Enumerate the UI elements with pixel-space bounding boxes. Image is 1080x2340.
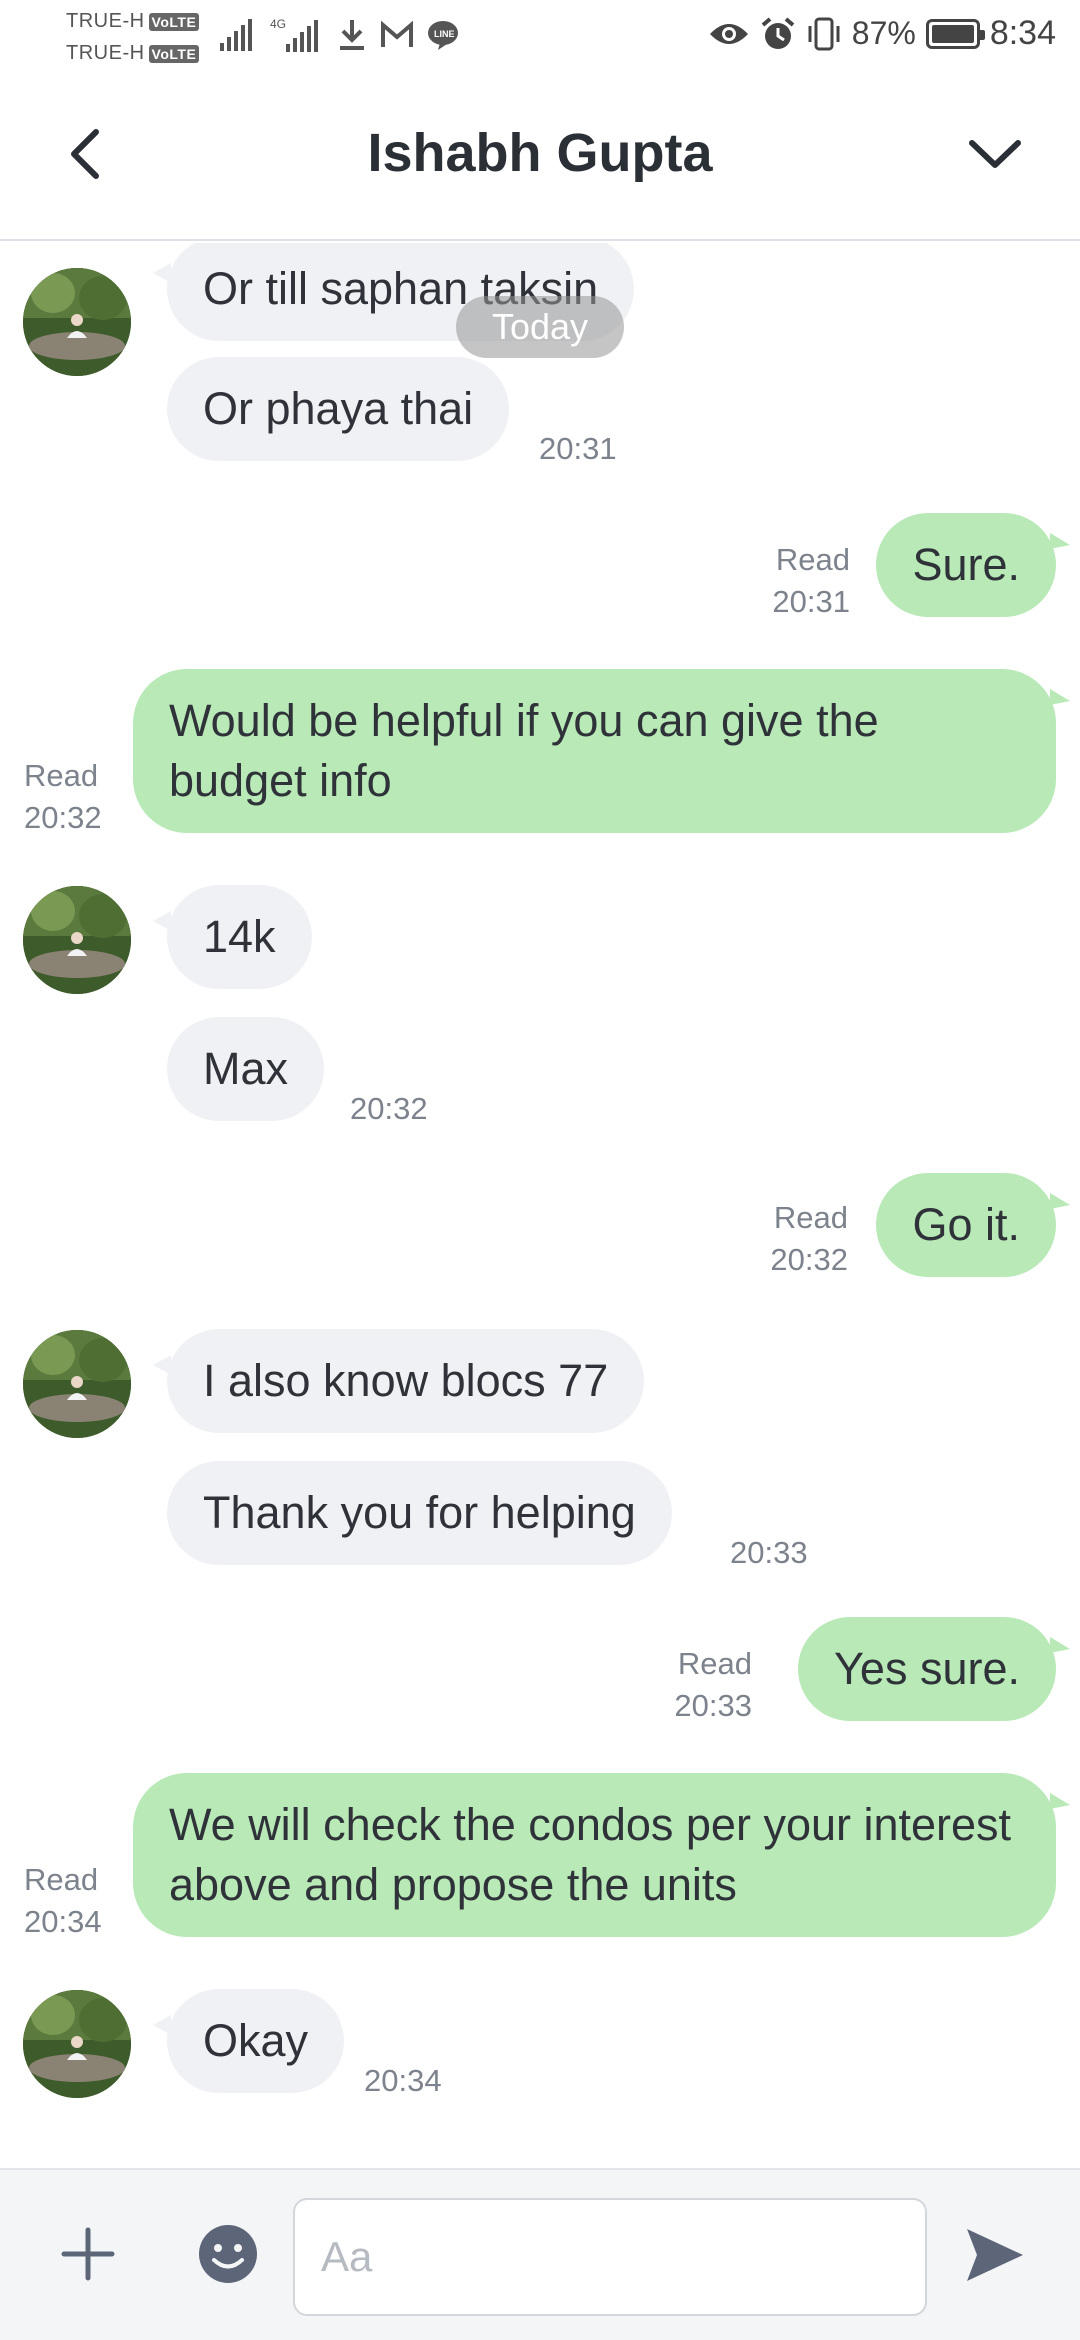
message-bubble-outgoing[interactable]: We will check the condos per your intere… (133, 1773, 1070, 1937)
alarm-icon (761, 16, 795, 49)
download-icon (340, 20, 364, 50)
read-status: Read (775, 542, 850, 577)
message-timestamp: 20:34 (364, 2063, 442, 2098)
vibrate-icon (808, 17, 840, 50)
clock: 8:34 (989, 14, 1056, 52)
carrier-1: TRUE-H VoLTE (66, 10, 200, 33)
battery-percent: 87% (851, 15, 916, 51)
message-bubble-incoming[interactable]: I also know blocs 77 (152, 1329, 645, 1433)
carrier-2: TRUE-H VoLTE (66, 42, 200, 65)
send-button[interactable] (960, 2222, 1030, 2288)
message-timestamp: 20:32 (24, 800, 102, 835)
message-bubble-outgoing[interactable]: Yes sure. (798, 1617, 1070, 1721)
message-text: Go it. (912, 1199, 1020, 1250)
read-status: Read (24, 1862, 99, 1897)
message-text: Okay (203, 2015, 309, 2066)
contact-photo (23, 1990, 131, 2098)
date-divider: Today (456, 296, 624, 358)
network-label: 4G (270, 17, 286, 31)
message-timestamp: 20:32 (770, 1242, 848, 1277)
message-text: Sure. (912, 539, 1020, 590)
volte-badge: VoLTE (148, 44, 200, 63)
avatar[interactable] (23, 1330, 131, 1438)
message-text: Would be helpful if you can give the bud… (169, 695, 879, 806)
menu-toggle-button[interactable] (960, 124, 1030, 184)
message-bubble-incoming[interactable]: Max (167, 1017, 325, 1121)
message-input[interactable] (293, 2198, 927, 2316)
signal-icon (220, 19, 252, 51)
message-meta: Read 20:34 (24, 1859, 102, 1943)
message-list[interactable]: Or till saphan taksin Today Or phaya tha… (0, 243, 1080, 2168)
message-bubble-outgoing[interactable]: Go it. (876, 1173, 1070, 1277)
contact-photo (23, 1330, 131, 1438)
page-title[interactable]: Ishabh Gupta (0, 122, 1080, 184)
message-text: 14k (203, 911, 276, 962)
message-bubble-incoming[interactable]: Thank you for helping (167, 1461, 672, 1565)
message-timestamp: 20:31 (539, 431, 617, 466)
message-timestamp: 20:31 (772, 584, 850, 619)
attach-button[interactable] (56, 2222, 120, 2286)
plus-icon (61, 2227, 115, 2281)
message-bubble-outgoing[interactable]: Sure. (876, 513, 1070, 617)
message-meta: Read 20:33 (674, 1643, 752, 1727)
chevron-down-icon (969, 140, 1021, 168)
message-timestamp: 20:32 (350, 1091, 428, 1126)
status-icons-right: 87% 8:34 (708, 14, 1056, 53)
read-status: Read (677, 1646, 752, 1681)
avatar[interactable] (23, 886, 131, 994)
message-bubble-incoming[interactable]: 14k (153, 885, 312, 989)
carrier-2-name: TRUE-H (66, 42, 145, 64)
message-text: Max (203, 1043, 289, 1094)
message-bubble-outgoing[interactable]: Would be helpful if you can give the bud… (133, 669, 1070, 833)
message-text: Or phaya thai (203, 383, 474, 434)
read-status: Read (24, 758, 99, 793)
read-status: Read (773, 1200, 848, 1235)
carrier-1-name: TRUE-H (66, 10, 145, 32)
eye-icon (709, 23, 748, 44)
battery-icon (925, 18, 985, 49)
avatar[interactable] (23, 268, 131, 376)
status-bar: TRUE-H VoLTE TRUE-H VoLTE 4G LINE 87% 8:… (0, 0, 1080, 76)
send-icon (967, 2229, 1023, 2281)
message-text: Yes sure. (834, 1643, 1020, 1694)
battery-fill (931, 24, 974, 43)
volte-badge: VoLTE (148, 12, 200, 31)
message-bubble-incoming[interactable]: Okay (152, 1989, 345, 2093)
composer (0, 2168, 1080, 2340)
message-meta: Read 20:32 (770, 1197, 848, 1281)
message-timestamp: 20:33 (674, 1688, 752, 1723)
gmail-icon (381, 20, 413, 47)
contact-photo (23, 886, 131, 994)
message-bubble-incoming[interactable]: Or phaya thai (167, 357, 510, 461)
emoji-button[interactable] (196, 2222, 260, 2286)
message-meta: Read 20:31 (772, 539, 850, 623)
emoji-icon (199, 2225, 257, 2283)
message-timestamp: 20:33 (730, 1535, 808, 1570)
line-icon: LINE (428, 21, 458, 50)
avatar[interactable] (23, 1990, 131, 2098)
message-text: Thank you for helping (203, 1487, 636, 1538)
message-timestamp: 20:34 (24, 1904, 102, 1939)
chat-header: Ishabh Gupta (0, 76, 1080, 241)
svg-text:LINE: LINE (434, 29, 455, 39)
message-text: I also know blocs 77 (203, 1355, 609, 1406)
message-meta: Read 20:32 (24, 755, 102, 839)
signal-4g-icon: 4G (270, 17, 318, 52)
status-icons-left: 4G LINE (218, 16, 460, 54)
message-text: We will check the condos per your intere… (169, 1799, 1012, 1910)
contact-photo (23, 268, 131, 376)
